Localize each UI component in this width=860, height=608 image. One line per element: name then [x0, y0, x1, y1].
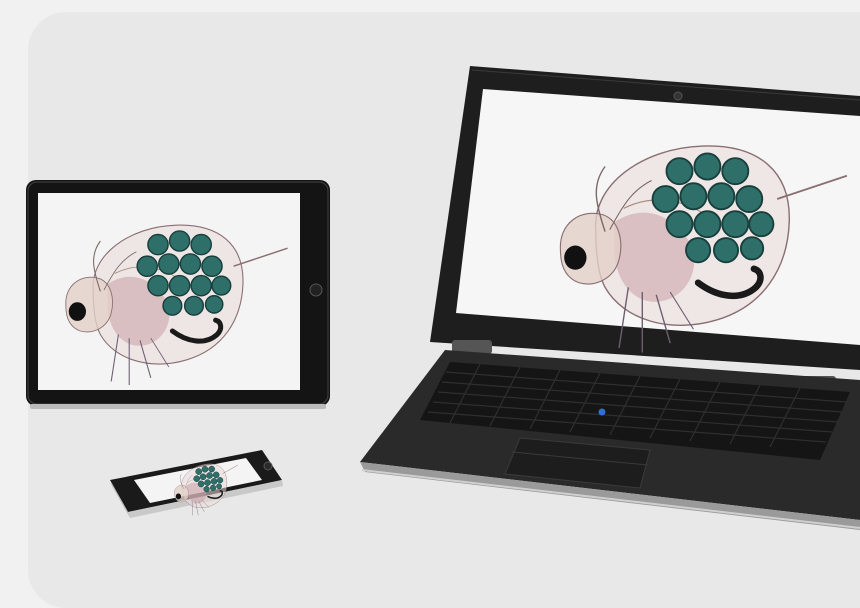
- phone-device: [110, 450, 283, 520]
- phone-home-button: [263, 461, 273, 471]
- webcam-icon: [673, 91, 683, 101]
- tablet-device: [26, 180, 330, 409]
- device-scene: [26, 66, 860, 530]
- tablet-home-button: [309, 283, 323, 297]
- pointing-stick-icon: [598, 408, 606, 416]
- laptop-device: [360, 66, 860, 530]
